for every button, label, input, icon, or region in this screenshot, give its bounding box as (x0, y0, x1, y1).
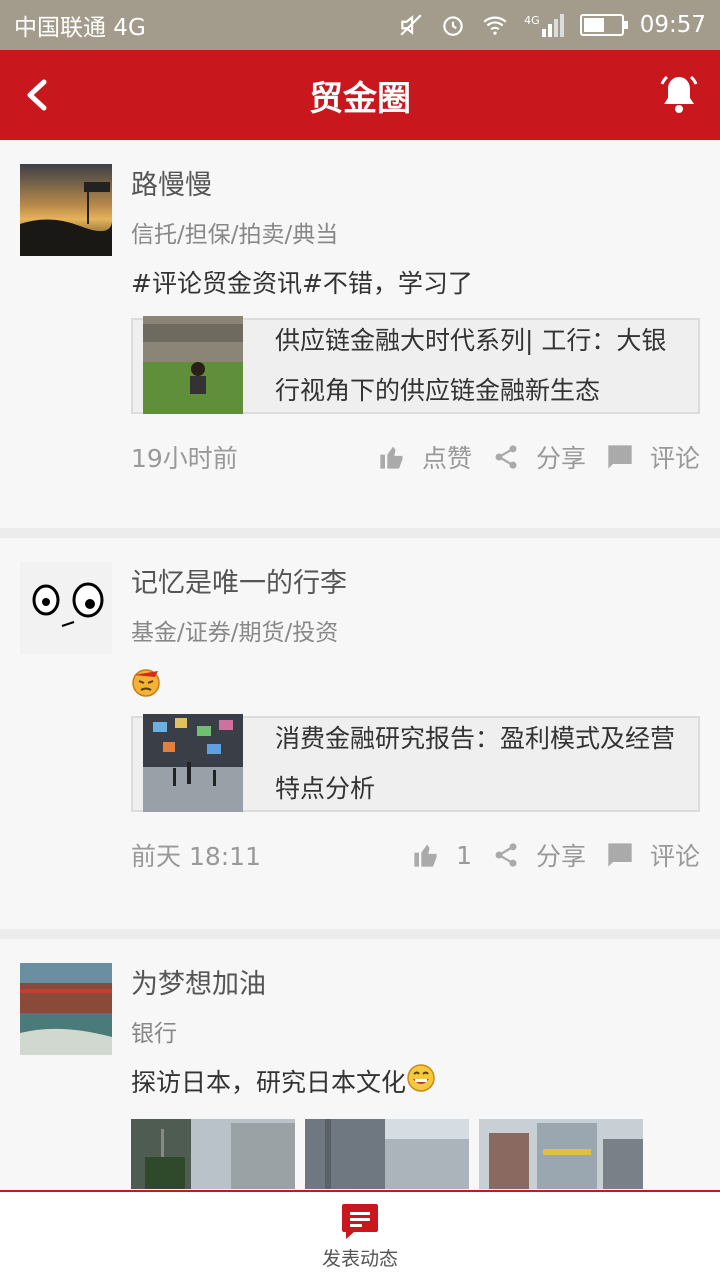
author-name[interactable]: 为梦想加油 (131, 961, 700, 1009)
compose-icon (342, 1203, 378, 1239)
post-text: 探访日本，研究日本文化 (131, 1068, 407, 1097)
post-time: 19小时前 (131, 444, 238, 473)
article-title: 消费金融研究报告：盈利模式及经营特点分析 (275, 724, 676, 803)
comment-button[interactable]: 评论 (606, 439, 700, 475)
feed[interactable]: 路慢慢 信托/担保/拍卖/典当 #评论贸金资讯#不错，学习了 供应链金融大时代系… (0, 140, 720, 1190)
shared-article-card[interactable]: 消费金融研究报告：盈利模式及经营特点分析 (131, 714, 700, 814)
comment-icon (608, 843, 632, 867)
post-text-row: 探访日本，研究日本文化 (131, 1059, 700, 1107)
author-name[interactable]: 记忆是唯一的行李 (131, 560, 700, 608)
post-text: #评论贸金资讯#不错，学习了 (131, 269, 473, 298)
post-item: 记忆是唯一的行李 基金/证券/期货/投资 消费金融研究报告：盈利模式及经营特点分… (0, 538, 720, 939)
comment-icon (608, 445, 632, 469)
comment-label: 评论 (649, 842, 700, 871)
comment-label: 评论 (649, 444, 700, 473)
alarm-icon (443, 16, 463, 36)
shared-article-card[interactable]: 供应链金融大时代系列| 工行：大银行视角下的供应链金融新生态 (131, 316, 700, 416)
page-title: 贸金圈 (309, 78, 411, 119)
post-footer: 前天 18:11 1 分享 评论 (131, 812, 700, 898)
share-button[interactable]: 分享 (492, 439, 586, 475)
share-label: 分享 (535, 842, 586, 871)
like-button[interactable]: 点赞 (378, 439, 472, 475)
author-tags: 信托/担保/拍卖/典当 (131, 222, 339, 248)
clock: 09:57 (639, 12, 706, 38)
publish-label: 发表动态 (321, 1247, 398, 1270)
thumbs-up-icon (414, 844, 437, 867)
post-item: 为梦想加油 银行 探访日本，研究日本文化 (0, 939, 720, 1190)
comment-button[interactable]: 评论 (606, 837, 700, 873)
article-thumbnail (143, 316, 243, 416)
status-bar: 中国联通 4G 4G 09:57 (0, 0, 720, 50)
wifi-icon (483, 16, 507, 35)
like-label: 点赞 (421, 444, 472, 473)
post-text (131, 658, 700, 706)
signal-icon: 4G (524, 13, 564, 37)
post-photo[interactable] (479, 1119, 643, 1189)
status-icons: 4G 09:57 (398, 12, 706, 38)
photo-grid (131, 1119, 700, 1189)
mute-icon (400, 14, 422, 36)
angry-face-emoji (132, 669, 160, 697)
chevron-left-icon[interactable] (18, 74, 58, 116)
network-type: 4G (524, 13, 540, 27)
post-footer: 19小时前 点赞 分享 评论 (131, 414, 700, 500)
share-icon (495, 445, 517, 469)
share-icon (495, 843, 517, 867)
avatar[interactable] (20, 164, 112, 256)
grinning-face-emoji (407, 1064, 435, 1092)
author-tags: 银行 (131, 1021, 177, 1047)
publish-button[interactable]: 发表动态 (0, 1190, 720, 1280)
avatar[interactable] (20, 963, 112, 1055)
post-photo[interactable] (305, 1119, 469, 1189)
share-button[interactable]: 分享 (492, 837, 586, 873)
bell-icon[interactable] (658, 72, 700, 116)
share-label: 分享 (535, 444, 586, 473)
battery-icon (579, 14, 628, 36)
post-photo[interactable] (131, 1119, 295, 1189)
like-button[interactable]: 1 (412, 841, 472, 870)
article-thumbnail (143, 714, 243, 814)
article-title: 供应链金融大时代系列| 工行：大银行视角下的供应链金融新生态 (275, 326, 667, 405)
thumbs-up-icon (380, 446, 403, 469)
author-name[interactable]: 路慢慢 (131, 162, 700, 210)
avatar[interactable] (20, 562, 112, 654)
carrier-label: 中国联通 4G (14, 15, 146, 41)
post-item: 路慢慢 信托/担保/拍卖/典当 #评论贸金资讯#不错，学习了 供应链金融大时代系… (0, 140, 720, 538)
author-tags: 基金/证券/期货/投资 (131, 620, 339, 646)
app-header: 贸金圈 (0, 50, 720, 140)
like-count: 1 (456, 840, 472, 870)
post-time: 前天 18:11 (131, 842, 261, 871)
